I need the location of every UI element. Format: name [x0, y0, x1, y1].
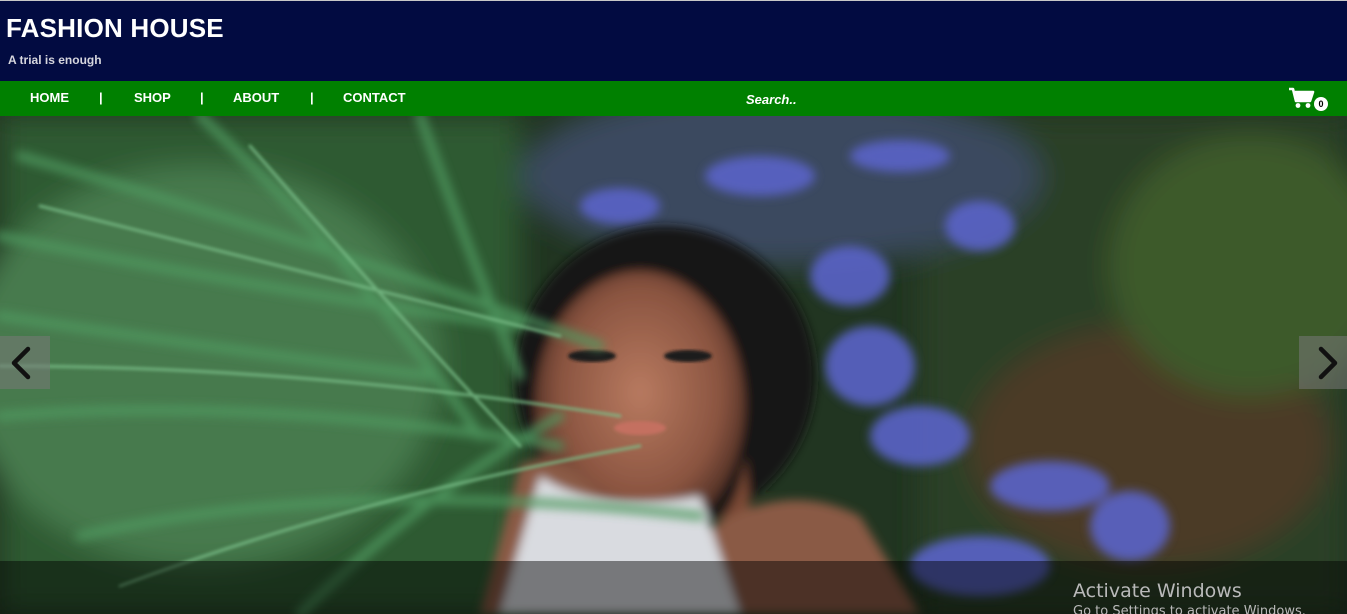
activate-windows-title: Activate Windows — [1073, 580, 1242, 602]
nav-separator: | — [200, 90, 204, 105]
chevron-left-icon — [11, 346, 31, 380]
nav-link-contact[interactable]: CONTACT — [343, 90, 406, 105]
chevron-right-icon — [1318, 346, 1338, 380]
nav-separator: | — [99, 90, 103, 105]
activate-windows-subtitle: Go to Settings to activate Windows. — [1073, 604, 1306, 614]
search-input[interactable] — [746, 89, 946, 109]
slider-prev-button[interactable] — [0, 336, 50, 389]
main-nav: HOME | SHOP | ABOUT | CONTACT 0 — [0, 81, 1347, 116]
nav-link-shop[interactable]: SHOP — [134, 90, 171, 105]
site-title[interactable]: FASHION HOUSE — [6, 13, 224, 44]
slider-next-button[interactable] — [1299, 336, 1347, 389]
nav-link-home[interactable]: HOME — [30, 90, 69, 105]
nav-link-about[interactable]: ABOUT — [233, 90, 279, 105]
hero-image — [0, 116, 1347, 614]
cart-count-badge: 0 — [1314, 97, 1328, 111]
cart-button[interactable]: 0 — [1288, 87, 1330, 113]
hero-slider — [0, 116, 1347, 614]
site-header: FASHION HOUSE A trial is enough — [0, 0, 1347, 81]
site-tagline: A trial is enough — [8, 53, 102, 67]
nav-separator: | — [310, 90, 314, 105]
shopping-cart-icon — [1289, 87, 1315, 108]
